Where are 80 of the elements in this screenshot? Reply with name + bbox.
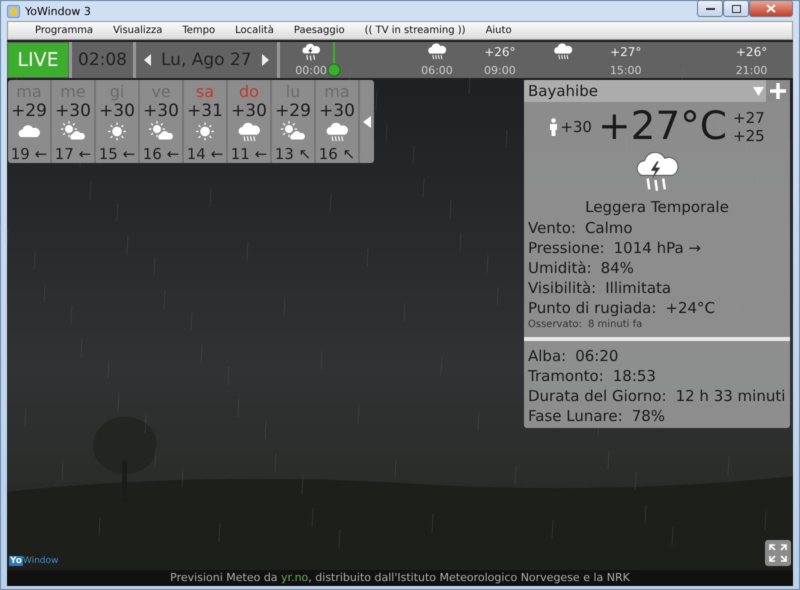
storm-cloud-icon: [300, 42, 322, 62]
astro-label: Tramonto:: [528, 366, 604, 386]
logo-mark: Yo: [9, 556, 23, 566]
minimize-icon[interactable]: [706, 6, 714, 10]
hour-label: 21:00: [736, 64, 768, 77]
close-button[interactable]: [749, 0, 793, 17]
close-icon[interactable]: [766, 4, 776, 13]
wind-speed: 17 ←: [54, 145, 92, 164]
astro-value: 78%: [632, 406, 666, 426]
logo-text: Window: [22, 556, 58, 566]
window-title: YoWindow 3: [25, 4, 92, 18]
detail-value: 84%: [600, 258, 634, 278]
current-temperature: +27°C: [598, 104, 728, 149]
observed-value: 8 minuti fa: [588, 318, 642, 332]
maximize-button[interactable]: [723, 0, 749, 17]
astro-label: Alba:: [528, 346, 566, 366]
wind-speed: 14 ←: [186, 145, 224, 164]
menu-item[interactable]: Località: [225, 25, 284, 36]
hour-temperature: +26°: [484, 45, 516, 59]
astro-value: 06:20: [575, 346, 618, 366]
menu-item[interactable]: Aiuto: [476, 25, 522, 36]
wind-speed: 16 ←: [142, 145, 180, 164]
observed-label: Osservato:: [528, 318, 582, 332]
hour-temperature: +26°: [736, 45, 768, 59]
previous-day-icon[interactable]: [144, 54, 151, 66]
weekday-label: do: [239, 82, 259, 101]
detail-label: Pressione:: [528, 238, 605, 258]
menu-item[interactable]: Tempo: [172, 25, 226, 36]
hour-label: 15:00: [610, 64, 642, 77]
low-temperature: +25: [733, 126, 765, 144]
wind-speed: 13 ↖: [274, 145, 312, 164]
day-temperature: +29: [11, 101, 47, 121]
minimize-button[interactable]: [697, 0, 723, 17]
menu-item[interactable]: Paesaggio: [284, 25, 355, 36]
wind-speed: 15 ←: [98, 145, 136, 164]
maximize-icon[interactable]: [732, 4, 740, 12]
menu-item[interactable]: Programma: [25, 25, 104, 36]
day-temperature: +30: [143, 101, 179, 121]
collapse-arrow-icon[interactable]: [363, 116, 371, 128]
credits-text: Previsioni Meteo da yr.no, distribuito dall'Istituto Meteorologico Norvegese e la NRK: [7, 570, 793, 586]
astro-label: Durata del Giorno:: [528, 386, 667, 406]
day-temperature: +30: [319, 101, 355, 121]
wind-speed: 16 ↖: [318, 145, 356, 164]
menu-item[interactable]: (( TV in streaming )): [354, 25, 476, 36]
wind-speed: 19 ←: [10, 145, 48, 164]
astro-value: 12 h 33 minuti: [676, 386, 786, 406]
weekday-label: sa: [196, 82, 214, 101]
condition-text: Leggera Temporale: [584, 198, 730, 216]
day-temperature: +30: [231, 101, 267, 121]
detail-value: Calmo: [584, 218, 633, 238]
fullscreen-icon[interactable]: [769, 544, 787, 562]
day-temperature: +29: [275, 101, 311, 121]
detail-label: Visibilità:: [528, 278, 596, 298]
source-link[interactable]: yr.no: [281, 571, 308, 584]
detail-label: Punto di rugiada:: [528, 298, 656, 318]
hour-temperature: +27°: [610, 45, 642, 59]
astro-label: Fase Lunare:: [528, 406, 623, 426]
detail-label: Umidità:: [528, 258, 592, 278]
high-temperature: +27: [733, 108, 765, 126]
hour-label: 09:00: [484, 64, 516, 77]
wind-speed: 11 ←: [230, 145, 268, 164]
feels-like-temperature: +30: [560, 118, 592, 136]
date-label: Lu, Ago 27: [161, 50, 252, 70]
detail-value: 1014 hPa →: [614, 238, 701, 258]
person-icon: [549, 118, 558, 136]
astro-value: 18:53: [612, 366, 656, 386]
detail-value: +24°C: [665, 298, 716, 318]
detail-label: Vento:: [528, 218, 576, 238]
next-day-icon[interactable]: [262, 54, 269, 66]
menu-item[interactable]: Visualizza: [103, 25, 172, 36]
sun-app-icon: [7, 4, 20, 18]
detail-value: Illimitata: [605, 278, 672, 298]
dropdown-arrow-icon[interactable]: [752, 86, 764, 96]
time-marker-icon[interactable]: [326, 42, 341, 78]
day-temperature: +30: [55, 101, 91, 121]
day-temperature: +30: [99, 101, 135, 121]
day-temperature: +31: [187, 101, 223, 121]
fullscreen-button[interactable]: [765, 540, 791, 566]
hour-label: 06:00: [421, 64, 453, 77]
hour-label: 00:00: [295, 64, 327, 77]
